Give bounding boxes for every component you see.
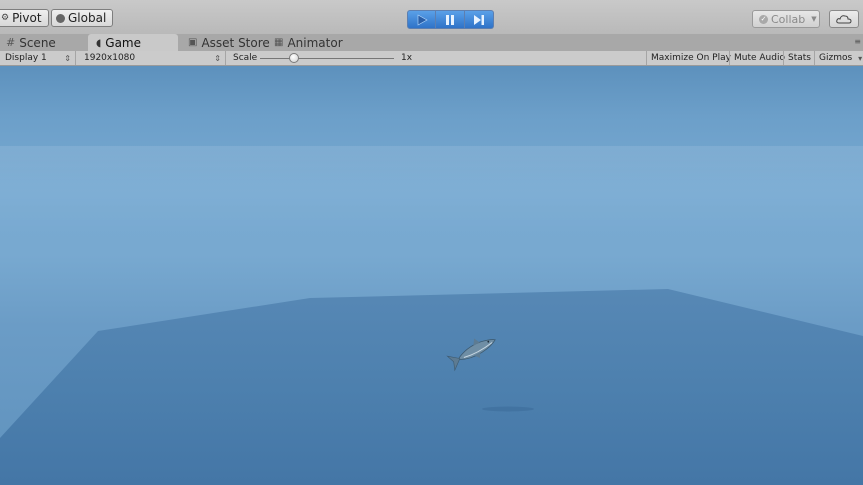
scale-label: Scale [233, 53, 258, 63]
play-button[interactable] [407, 10, 436, 29]
gizmos-label: Gizmos [814, 51, 856, 65]
global-button[interactable]: Global [51, 9, 114, 27]
mute-audio-toggle[interactable]: Mute Audio [729, 51, 789, 65]
dropdown-arrow-icon: ⇕ [214, 53, 221, 63]
scale-slider-thumb[interactable] [289, 53, 299, 63]
tab-asset-store-label: Asset Store [201, 35, 270, 50]
maximize-on-play-toggle[interactable]: Maximize On Play [646, 51, 735, 65]
display-label: Display 1 [5, 53, 47, 63]
collab-label: Collab [771, 12, 806, 26]
tab-asset-store[interactable]: ▣ Asset Store [180, 34, 278, 51]
dropdown-arrow-icon: ⇕ [64, 53, 71, 63]
animator-icon: ▦ [274, 37, 284, 48]
water-plane [0, 289, 863, 485]
cloud-button[interactable] [829, 10, 859, 28]
step-icon [474, 14, 484, 25]
tab-scene[interactable]: # Scene [0, 34, 64, 51]
cloud-icon [836, 15, 852, 24]
collab-dropdown[interactable]: ✓ Collab ▼ [752, 10, 820, 28]
pacman-icon: ◖ [96, 37, 102, 49]
tab-animator-label: Animator [287, 35, 343, 50]
tab-game-label: Game [105, 36, 142, 50]
tab-menu-icon[interactable]: ≡ [854, 37, 861, 46]
pivot-icon: ⚙ [1, 13, 10, 23]
game-viewport[interactable] [0, 66, 863, 485]
step-button[interactable] [465, 10, 494, 29]
scale-value: 1x [401, 53, 413, 63]
chevron-down-icon: ▼ [811, 15, 817, 23]
window-tabbar: # Scene ◖ Game ▣ Asset Store ▦ Animator … [0, 34, 863, 52]
global-label: Global [68, 11, 107, 25]
tab-animator[interactable]: ▦ Animator [266, 34, 351, 51]
pause-icon [446, 14, 454, 25]
fish-shadow [482, 406, 534, 412]
stats-toggle[interactable]: Stats [783, 51, 815, 65]
playback-controls [407, 10, 494, 29]
collab-check-icon: ✓ [759, 14, 768, 24]
play-icon [417, 13, 428, 26]
tab-scene-label: Scene [19, 35, 56, 50]
stats-label: Stats [783, 51, 815, 65]
resolution-label: 1920x1080 [84, 53, 136, 63]
main-toolbar: ⚙ Pivot Global ✓ Collab ▼ [0, 0, 863, 34]
gizmos-dropdown[interactable]: Gizmos ▾ [814, 51, 862, 65]
chevron-down-icon: ▾ [858, 53, 863, 63]
tab-game[interactable]: ◖ Game [88, 34, 178, 52]
resolution-dropdown[interactable]: 1920x1080 ⇕ [78, 51, 226, 65]
sky-haze [0, 146, 863, 236]
display-dropdown[interactable]: Display 1 ⇕ [0, 51, 76, 65]
grid-icon: # [6, 36, 16, 49]
game-scene [0, 146, 863, 485]
pause-button[interactable] [436, 10, 465, 29]
globe-icon [56, 13, 65, 23]
store-icon: ▣ [188, 37, 198, 48]
maximize-on-play-label: Maximize On Play [646, 51, 735, 65]
pivot-label: Pivot [12, 11, 42, 25]
game-control-bar: Display 1 ⇕ 1920x1080 ⇕ Scale 1x Maximiz… [0, 51, 863, 66]
mute-audio-label: Mute Audio [729, 51, 789, 65]
scale-slider-track[interactable] [260, 58, 394, 59]
pivot-button[interactable]: ⚙ Pivot [0, 9, 49, 27]
